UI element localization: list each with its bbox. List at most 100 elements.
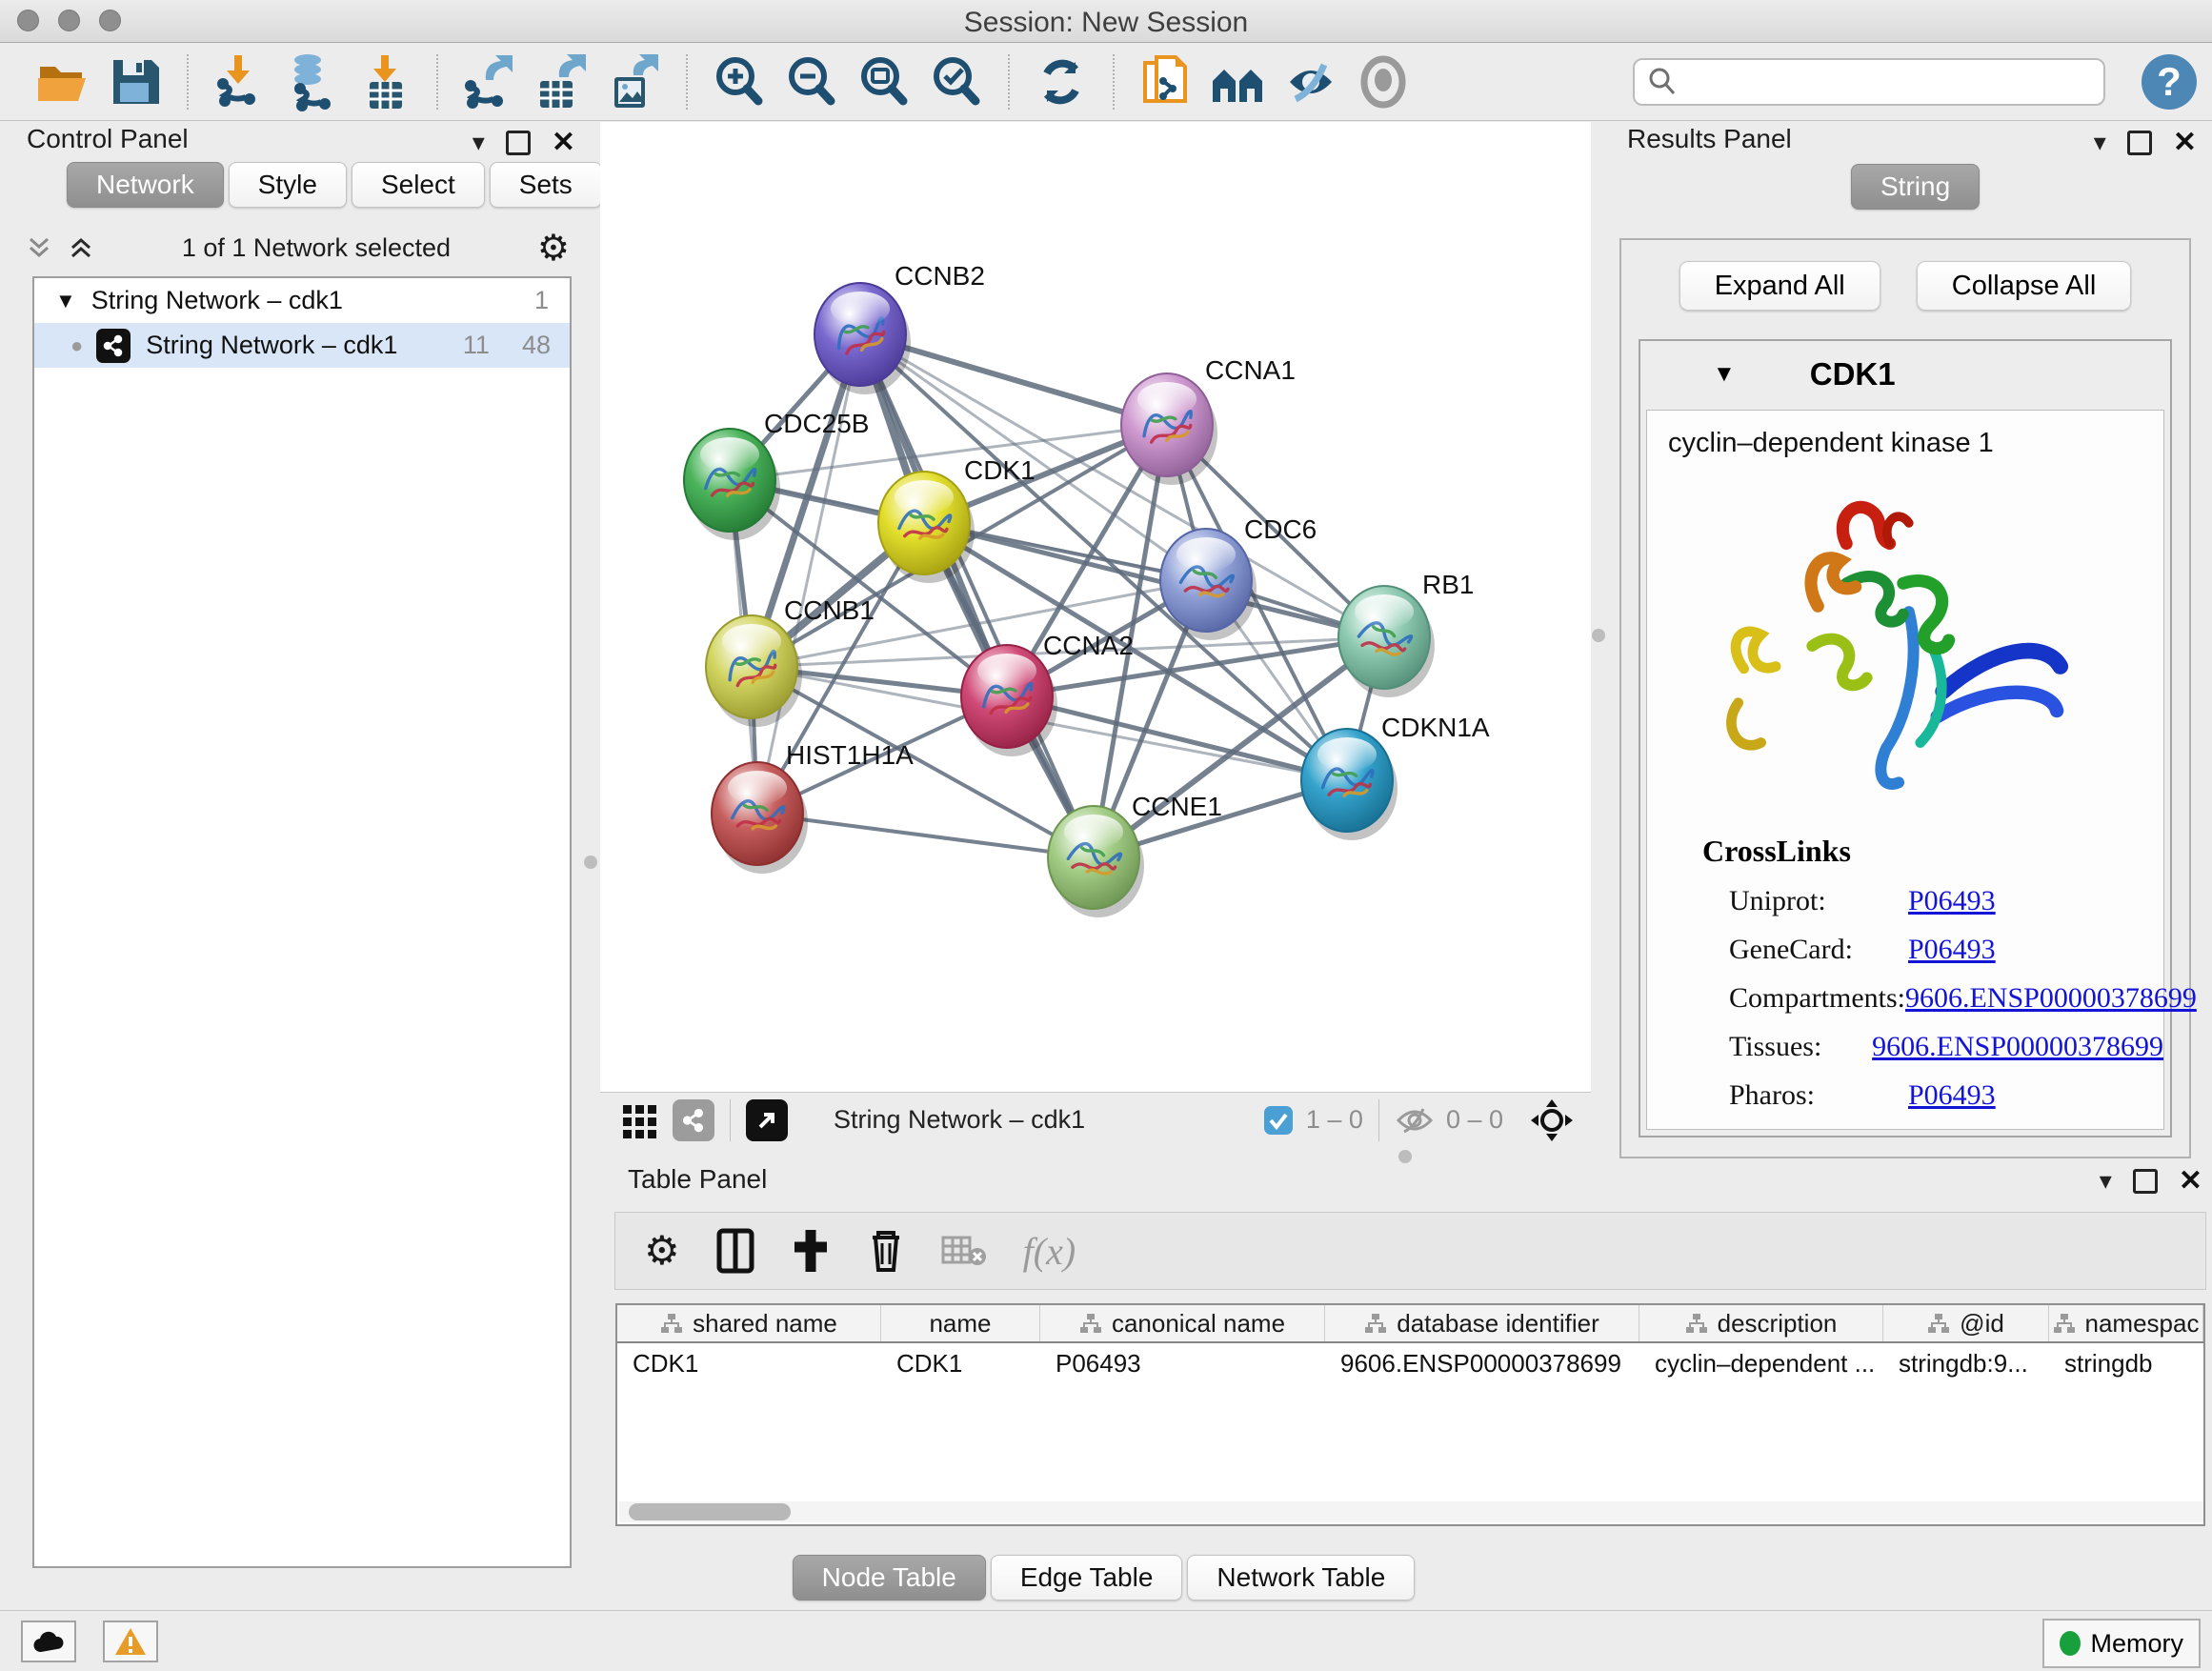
new-network-from-selection-icon[interactable] — [1136, 52, 1196, 111]
expand-all-icon[interactable] — [67, 233, 95, 262]
tab-node-table[interactable]: Node Table — [793, 1555, 986, 1601]
node-CDK1[interactable]: CDK1 — [878, 455, 1036, 583]
float-panel-icon[interactable] — [2127, 131, 2152, 155]
crosslink-label: Compartments: — [1729, 982, 1905, 1015]
tab-string[interactable]: String — [1851, 164, 1980, 210]
column-header-namespac[interactable]: namespac — [2049, 1305, 2203, 1341]
node-RB1[interactable]: RB1 — [1338, 570, 1474, 697]
delete-table-icon[interactable] — [941, 1232, 987, 1270]
function-builder-icon[interactable]: f(x) — [1023, 1229, 1076, 1274]
crosslink-value[interactable]: 9606.ENSP00000378699 — [1905, 982, 2197, 1015]
network-options-gear-icon[interactable]: ⚙ — [537, 230, 570, 266]
crosslink-label: Pharos: — [1729, 1079, 1908, 1112]
node-CDC6[interactable]: CDC6 — [1160, 514, 1317, 640]
node-HIST1H1A[interactable]: HIST1H1A — [712, 740, 914, 874]
scrollbar-thumb[interactable] — [629, 1503, 791, 1520]
gene-expander-icon[interactable]: ▼ — [1713, 361, 1736, 388]
crosslink-value[interactable]: P06493 — [1908, 1079, 1996, 1112]
horizontal-splitter-handle[interactable] — [1398, 1150, 1412, 1163]
column-header-name[interactable]: name — [881, 1305, 1040, 1341]
tree-expander-icon[interactable]: ▼ — [55, 289, 76, 313]
crosslink-value[interactable]: P06493 — [1908, 885, 1996, 917]
export-network-icon[interactable] — [460, 52, 519, 111]
column-header-canonical-name[interactable]: canonical name — [1040, 1305, 1325, 1341]
export-image-icon[interactable] — [605, 52, 664, 111]
table-cell: 9606.ENSP00000378699 — [1325, 1343, 1639, 1383]
hide-selected-icon[interactable] — [1281, 52, 1340, 111]
create-column-icon[interactable] — [791, 1228, 831, 1274]
export-table-icon[interactable] — [533, 52, 592, 111]
string-tab-icon[interactable] — [673, 1099, 714, 1141]
birdseye-view-icon[interactable] — [621, 1101, 659, 1139]
tab-network-table[interactable]: Network Table — [1187, 1555, 1415, 1601]
tab-sets[interactable]: Sets — [490, 162, 602, 208]
edge-count: 48 — [522, 331, 551, 360]
table-cell: stringdb:9... — [1883, 1343, 2049, 1383]
import-network-from-database-icon[interactable] — [283, 52, 342, 111]
crosslink-value[interactable]: 9606.ENSP00000378699 — [1872, 1031, 2163, 1063]
collapse-all-button[interactable]: Collapse All — [1917, 261, 2132, 311]
node-CDC25B[interactable]: CDC25B — [684, 409, 869, 540]
node-CCNE1[interactable]: CCNE1 — [1048, 792, 1222, 917]
close-panel-icon[interactable]: ✕ — [552, 126, 575, 159]
string-network-icon — [96, 329, 131, 363]
table-options-icon[interactable]: ⚙ — [644, 1231, 680, 1271]
node-label-CDC6: CDC6 — [1244, 514, 1317, 544]
cloud-status-button[interactable] — [21, 1621, 76, 1662]
right-splitter-handle[interactable] — [1592, 629, 1605, 642]
left-splitter-handle[interactable] — [584, 856, 597, 869]
tab-style[interactable]: Style — [229, 162, 347, 208]
apply-preferred-layout-icon[interactable] — [1032, 52, 1091, 111]
search-field[interactable] — [1633, 58, 2105, 106]
tab-select[interactable]: Select — [352, 162, 485, 208]
delete-columns-icon[interactable] — [867, 1228, 905, 1274]
collapse-panel-icon[interactable]: ▾ — [2094, 128, 2106, 157]
node-CDKN1A[interactable]: CDKN1A — [1301, 713, 1490, 840]
tab-network[interactable]: Network — [67, 162, 224, 208]
zoom-out-icon[interactable] — [782, 52, 841, 111]
first-neighbors-icon[interactable] — [1209, 52, 1268, 111]
column-header-shared-name[interactable]: shared name — [617, 1305, 881, 1341]
close-panel-icon[interactable]: ✕ — [2179, 1164, 2202, 1198]
warning-status-button[interactable] — [103, 1621, 158, 1662]
node-CCNB2[interactable]: CCNB2 — [814, 261, 985, 394]
collapse-all-icon[interactable] — [25, 233, 53, 262]
expand-all-button[interactable]: Expand All — [1679, 261, 1880, 311]
crosslink-value[interactable]: P06493 — [1908, 934, 1996, 966]
float-panel-icon[interactable] — [506, 131, 531, 155]
open-session-icon[interactable] — [33, 52, 92, 111]
float-panel-icon[interactable] — [2133, 1169, 2158, 1194]
zoom-in-icon[interactable] — [710, 52, 769, 111]
network-collection-row[interactable]: ▼ String Network – cdk1 1 — [34, 278, 570, 323]
table-panel: Table Panel ▾ ✕ ⚙ f(x) shared namenameca… — [614, 1164, 2206, 1551]
column-header-@id[interactable]: @id — [1883, 1305, 2049, 1341]
tab-edge-table[interactable]: Edge Table — [991, 1555, 1183, 1601]
show-hide-columns-icon[interactable] — [716, 1228, 754, 1274]
column-header-database-identifier[interactable]: database identifier — [1325, 1305, 1639, 1341]
column-header-description[interactable]: description — [1639, 1305, 1883, 1341]
selected-checkbox-icon[interactable] — [1262, 1104, 1295, 1137]
collapse-panel-icon[interactable]: ▾ — [473, 128, 485, 157]
open-in-window-icon[interactable] — [746, 1099, 788, 1141]
show-graphics-details-icon[interactable] — [1354, 52, 1413, 111]
collapse-panel-icon[interactable]: ▾ — [2100, 1166, 2112, 1196]
import-network-from-file-icon[interactable] — [211, 52, 270, 111]
close-panel-icon[interactable]: ✕ — [2173, 126, 2197, 159]
search-input[interactable] — [1679, 66, 2082, 97]
zoom-fit-content-icon[interactable] — [855, 52, 914, 111]
table-horizontal-scrollbar[interactable] — [619, 1501, 2203, 1522]
crosslink-label: Tissues: — [1729, 1031, 1872, 1063]
network-row[interactable]: ● String Network – cdk1 11 48 — [34, 323, 570, 368]
node-CCNA2[interactable]: CCNA2 — [961, 631, 1134, 756]
zoom-selected-icon[interactable] — [927, 52, 986, 111]
import-table-from-file-icon[interactable] — [355, 52, 414, 111]
save-session-icon[interactable] — [106, 52, 165, 111]
pan-crosshair-icon[interactable] — [1530, 1098, 1574, 1142]
memory-button[interactable]: Memory — [2042, 1619, 2201, 1668]
network-view-canvas[interactable]: CCNB2CCNA1CDC25BCDK1CDC6RB1CCNB1CCNA2CDK… — [600, 122, 1591, 1092]
table-row[interactable]: CDK1CDK1P064939606.ENSP00000378699cyclin… — [617, 1343, 2203, 1383]
warning-icon — [114, 1627, 147, 1656]
node-count: 11 — [463, 331, 490, 360]
help-icon[interactable]: ? — [2142, 54, 2197, 110]
shared-attribute-icon — [1364, 1313, 1387, 1334]
